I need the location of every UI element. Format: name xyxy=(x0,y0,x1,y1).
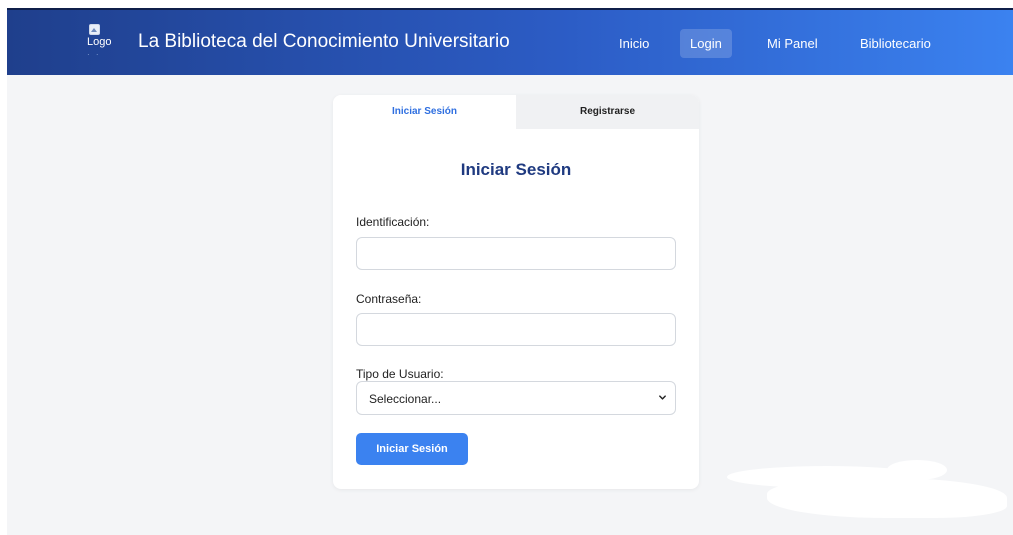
contrasena-input[interactable] xyxy=(356,313,676,346)
nav-login[interactable]: Login xyxy=(680,29,732,58)
contrasena-label: Contraseña: xyxy=(356,292,422,306)
navbar: Logo · · La Biblioteca del Conocimiento … xyxy=(7,8,1013,75)
logo-alt-text: Logo xyxy=(87,36,112,48)
logo-dots: · · xyxy=(87,50,101,59)
nav-inicio[interactable]: Inicio xyxy=(609,29,659,58)
identificacion-input[interactable] xyxy=(356,237,676,270)
tipo-usuario-select[interactable]: Seleccionar... xyxy=(356,381,676,415)
tab-registrarse[interactable]: Registrarse xyxy=(516,95,699,129)
redaction-mark xyxy=(767,478,1007,518)
broken-image-icon xyxy=(89,24,100,35)
site-title: La Biblioteca del Conocimiento Universit… xyxy=(138,31,510,52)
tipo-usuario-selected: Seleccionar... xyxy=(369,392,442,406)
tipo-usuario-label: Tipo de Usuario: xyxy=(356,367,444,381)
redaction-mark xyxy=(887,460,947,480)
page: Logo · · La Biblioteca del Conocimiento … xyxy=(7,8,1013,535)
identificacion-label: Identificación: xyxy=(356,215,430,229)
logo: Logo · · xyxy=(87,24,117,60)
iniciar-sesion-button[interactable]: Iniciar Sesión xyxy=(356,433,468,465)
tab-iniciar-sesion[interactable]: Iniciar Sesión xyxy=(333,95,516,129)
auth-tabs: Iniciar Sesión Registrarse xyxy=(333,95,699,129)
form-title: Iniciar Sesión xyxy=(460,160,572,179)
nav-mi-panel[interactable]: Mi Panel xyxy=(757,29,828,58)
chevron-down-icon xyxy=(659,395,666,400)
nav-bibliotecario[interactable]: Bibliotecario xyxy=(850,29,941,58)
auth-card: Iniciar Sesión Registrarse Iniciar Sesió… xyxy=(333,95,699,489)
